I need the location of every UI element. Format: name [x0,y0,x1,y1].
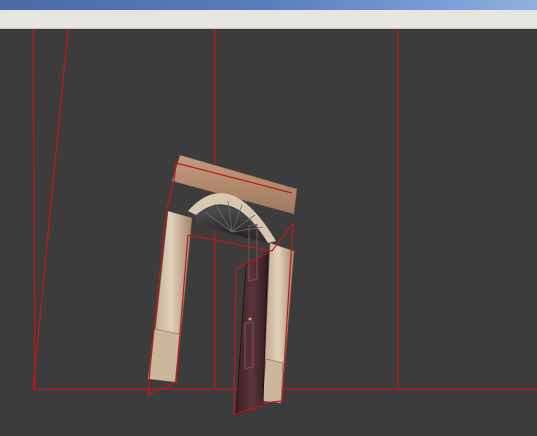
3d-viewport[interactable] [0,29,537,436]
toolbar[interactable] [0,10,537,29]
door-knob-icon [248,317,252,321]
viewport-canvas[interactable] [0,29,537,436]
guide-line [32,29,69,390]
app-window [0,0,537,436]
guide-line [32,29,36,390]
title-bar[interactable] [0,0,537,10]
arched-doorway-model[interactable] [147,154,298,416]
open-wooden-door-panel [235,251,269,416]
right-pillar-base [261,358,284,404]
